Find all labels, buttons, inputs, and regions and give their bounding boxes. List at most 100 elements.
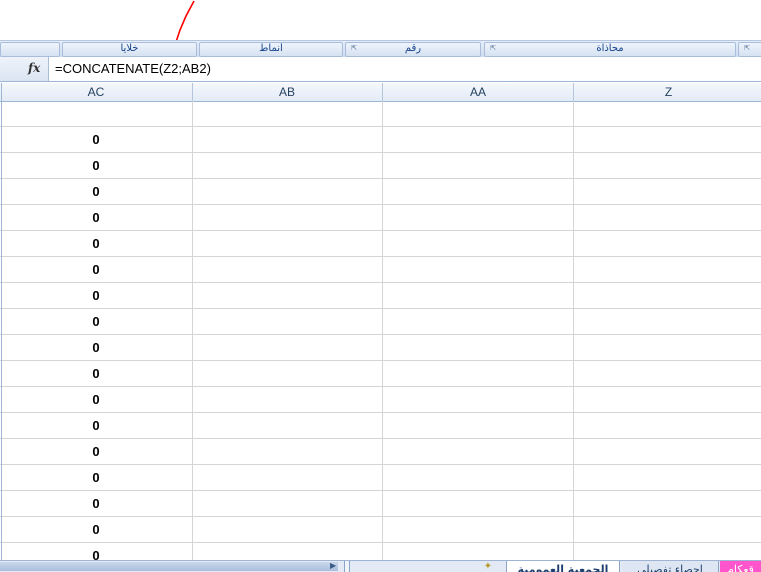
cell-ac[interactable]: 0: [0, 465, 193, 490]
cell-z[interactable]: [574, 335, 761, 360]
cell-ab[interactable]: [192, 283, 383, 308]
formula-input[interactable]: =CONCATENATE(Z2;AB2): [55, 61, 211, 76]
cell-aa[interactable]: [383, 283, 574, 308]
cell-z[interactable]: [574, 231, 761, 256]
cell-ac[interactable]: [0, 101, 193, 126]
horizontal-scrollbar[interactable]: [0, 562, 338, 571]
cell-ac[interactable]: 0: [0, 543, 193, 560]
cell-ac[interactable]: 0: [0, 387, 193, 412]
cell-z[interactable]: [574, 153, 761, 178]
cell-aa[interactable]: [383, 101, 574, 126]
cell-aa[interactable]: [383, 335, 574, 360]
cell-ac[interactable]: 0: [0, 205, 193, 230]
cell-z[interactable]: [574, 387, 761, 412]
cell-z[interactable]: [574, 543, 761, 560]
cell-ab[interactable]: [192, 465, 383, 490]
cell-ac[interactable]: 0: [0, 153, 193, 178]
column-header-ac[interactable]: AC: [0, 83, 193, 101]
cell-z[interactable]: [574, 179, 761, 204]
cell-aa[interactable]: [383, 517, 574, 542]
cell-z[interactable]: [574, 439, 761, 464]
cell-z[interactable]: [574, 465, 761, 490]
cell-ac[interactable]: 0: [0, 309, 193, 334]
cell-z[interactable]: [574, 517, 761, 542]
dialog-launcher-icon[interactable]: ⇱: [489, 44, 497, 52]
cell-ac[interactable]: 0: [0, 257, 193, 282]
cell-ab[interactable]: [192, 439, 383, 464]
function-fx-icon[interactable]: fx: [28, 61, 40, 75]
cell-aa[interactable]: [383, 309, 574, 334]
ribbon-group-partial[interactable]: ⇱: [738, 42, 761, 57]
cell-ac[interactable]: 0: [0, 361, 193, 386]
insert-sheet-icon[interactable]: ✦: [478, 561, 498, 572]
cell-aa[interactable]: [383, 413, 574, 438]
cell-ab[interactable]: [192, 153, 383, 178]
column-header-ab[interactable]: AB: [192, 83, 383, 101]
cell-aa[interactable]: [383, 543, 574, 560]
table-row: 0: [0, 257, 761, 283]
cell-ab[interactable]: [192, 179, 383, 204]
cell-ab[interactable]: [192, 101, 383, 126]
ribbon-group-styles[interactable]: أنماط: [199, 42, 343, 57]
cell-aa[interactable]: [383, 153, 574, 178]
cell-ac[interactable]: 0: [0, 491, 193, 516]
cell-aa[interactable]: [383, 231, 574, 256]
dialog-launcher-icon[interactable]: ⇱: [350, 44, 358, 52]
cell-z[interactable]: [574, 283, 761, 308]
cell-aa[interactable]: [383, 465, 574, 490]
tab-split-handle[interactable]: [344, 561, 350, 572]
cell-z[interactable]: [574, 205, 761, 230]
cell-aa[interactable]: [383, 179, 574, 204]
ribbon-group-alignment[interactable]: ⇱ محاذاة: [484, 42, 736, 57]
cell-ac[interactable]: 0: [0, 231, 193, 256]
cell-aa[interactable]: [383, 205, 574, 230]
table-row: 0: [0, 179, 761, 205]
cell-ab[interactable]: [192, 127, 383, 152]
sheet-tab-detailed-stats[interactable]: إحصاء تفصيلي: [622, 561, 719, 572]
cell-z[interactable]: [574, 413, 761, 438]
cell-ac[interactable]: 0: [0, 413, 193, 438]
table-row: 0: [0, 491, 761, 517]
cell-z[interactable]: [574, 309, 761, 334]
cell-z[interactable]: [574, 101, 761, 126]
cell-aa[interactable]: [383, 439, 574, 464]
cell-ab[interactable]: [192, 257, 383, 282]
cell-ac[interactable]: 0: [0, 439, 193, 464]
column-header-aa[interactable]: AA: [383, 83, 574, 101]
ribbon-group-cells[interactable]: خلايا: [62, 42, 197, 57]
cell-z[interactable]: [574, 127, 761, 152]
cell-aa[interactable]: [383, 361, 574, 386]
cell-ab[interactable]: [192, 543, 383, 560]
cell-ab[interactable]: [192, 491, 383, 516]
scroll-right-arrow-icon[interactable]: ▶: [330, 561, 336, 571]
cell-ab[interactable]: [192, 413, 383, 438]
cell-ab[interactable]: [192, 361, 383, 386]
column-header-z[interactable]: Z: [574, 83, 761, 101]
dialog-launcher-icon[interactable]: ⇱: [743, 44, 751, 52]
sheet-tab-general-assembly[interactable]: الجمعية العمومية: [506, 561, 620, 572]
cell-ab[interactable]: [192, 205, 383, 230]
table-row: 0: [0, 413, 761, 439]
cell-aa[interactable]: [383, 491, 574, 516]
cell-ab[interactable]: [192, 231, 383, 256]
ribbon-group-number[interactable]: ⇱ رقم: [345, 42, 481, 57]
table-row: 0: [0, 387, 761, 413]
cell-z[interactable]: [574, 491, 761, 516]
cell-ab[interactable]: [192, 309, 383, 334]
cell-ac[interactable]: 0: [0, 127, 193, 152]
cell-aa[interactable]: [383, 387, 574, 412]
cell-aa[interactable]: [383, 257, 574, 282]
cell-ac[interactable]: 0: [0, 179, 193, 204]
sheet-tab-pink[interactable]: قعكام: [720, 561, 761, 572]
cell-aa[interactable]: [383, 127, 574, 152]
cell-ab[interactable]: [192, 517, 383, 542]
cell-z[interactable]: [574, 257, 761, 282]
cell-ab[interactable]: [192, 387, 383, 412]
ribbon-group-alignment-label: محاذاة: [596, 43, 624, 54]
cell-ab[interactable]: [192, 335, 383, 360]
cell-z[interactable]: [574, 361, 761, 386]
sheet-tab-bar: ▶ ✦ الجمعية العمومية إحصاء تفصيلي قعكام: [0, 560, 761, 572]
cell-ac[interactable]: 0: [0, 335, 193, 360]
cell-ac[interactable]: 0: [0, 517, 193, 542]
cell-ac[interactable]: 0: [0, 283, 193, 308]
